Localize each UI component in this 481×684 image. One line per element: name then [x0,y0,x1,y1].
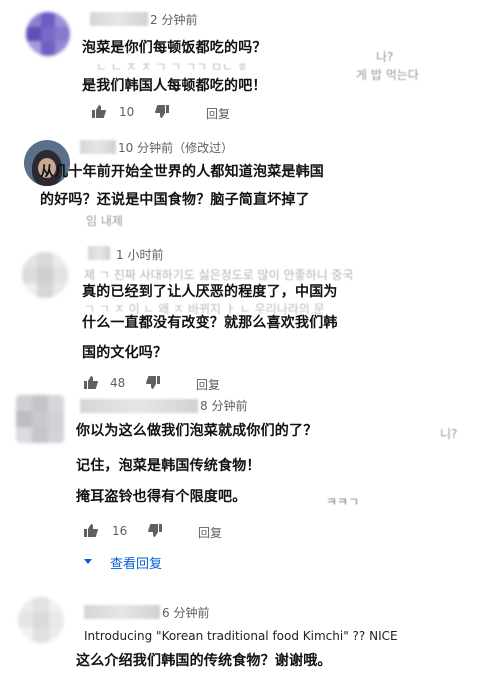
comment-timestamp[interactable]: 10 分钟前（修改过） [118,139,233,156]
ghost-korean-text: 임 내제 [86,214,123,228]
username-redacted[interactable] [84,605,160,619]
translation-line: 掩耳盗铃也得有个限度吧。 [76,489,247,505]
comment-timestamp[interactable]: 2 分钟前 [150,11,197,28]
username-redacted[interactable] [88,246,110,260]
comment-timestamp[interactable]: 8 分钟前 [200,397,247,414]
ghost-korean-text: 니? [440,427,458,441]
avatar[interactable] [26,12,70,56]
ghost-korean-text: ㅋㅋㄱ [326,495,360,509]
translation-line: 这么介绍我们韩国的传统食物？谢谢哦。 [76,653,332,669]
thumbs-up-icon[interactable] [84,376,98,389]
comment-4: 8 分钟前 니? ㅋㅋㄱ 你以为这么做我们泡菜就成你们的了？ 记住，泡菜是韩国传… [0,395,481,580]
thumbs-up-icon[interactable] [92,105,106,118]
username-redacted[interactable] [90,12,148,26]
caret-down-icon [84,559,92,564]
reply-button[interactable]: 回复 [196,376,220,393]
avatar[interactable] [18,597,64,643]
like-count: 16 [112,524,128,538]
translation-line: 真的已经到了让人厌恶的程度了，中国为 [82,284,338,300]
like-count: 10 [119,105,135,119]
avatar[interactable] [22,252,68,298]
translation-line: 国的文化吗？ [82,345,168,361]
translation-line: 是我们韩国人每顿都吃的吧！ [82,78,267,94]
comment-5: 6 分钟前 Introducing "Korean traditional fo… [0,595,481,684]
reply-button[interactable]: 回复 [198,524,222,541]
translation-line: 的好吗？还说是中国食物？脑子简直坏掉了 [40,192,310,208]
comment-text-english: Introducing "Korean traditional food Kim… [84,629,398,643]
translation-line: 从几十年前开始全世界的人都知道泡菜是韩国 [40,164,324,180]
like-count: 48 [110,376,126,390]
comment-timestamp[interactable]: 6 分钟前 [162,604,209,621]
comment-3: 1 小时前 제 ㄱ 진짜 사대하기도 싫은정도로 많이 안좋하니 중국 ㄱ ㄱ … [0,230,481,395]
thumbs-down-icon[interactable] [148,524,162,537]
translation-line: 什么一直都没有改变？就那么喜欢我们韩 [82,315,338,331]
translation-line: 你以为这么做我们泡菜就成你们的了？ [76,423,318,439]
username-redacted[interactable] [80,399,198,413]
ghost-korean-text: ㄴ ㄴ ㅈ ㅈ ㄱ ㄱ ㄱㄱ ㅁㄴ ㅎ [96,60,248,74]
thumbs-down-icon[interactable] [146,376,160,389]
comment-2: 10 分钟前（修改过） 从几十年前开始全世界的人都知道泡菜是韩国 的好吗？还说是… [0,130,481,230]
translation-line: 记住，泡菜是韩国传统食物！ [76,458,261,474]
ghost-korean-text: 게 밥 먹는다 [356,68,419,82]
view-replies-link[interactable]: 查看回复 [110,553,162,572]
username-redacted[interactable] [80,140,116,154]
translation-line: 泡菜是你们每顿饭都吃的吗？ [82,40,267,56]
comment-timestamp[interactable]: 1 小时前 [116,246,163,263]
avatar[interactable] [16,395,64,443]
comment-1: 2 分钟前 나? 게 밥 먹는다 ㄴ ㄴ ㅈ ㅈ ㄱ ㄱ ㄱㄱ ㅁㄴ ㅎ 泡菜是… [0,0,481,130]
thumbs-down-icon[interactable] [155,105,169,118]
reply-button[interactable]: 回复 [206,105,230,122]
ghost-korean-text: 나? [376,50,394,64]
thumbs-up-icon[interactable] [84,524,98,537]
